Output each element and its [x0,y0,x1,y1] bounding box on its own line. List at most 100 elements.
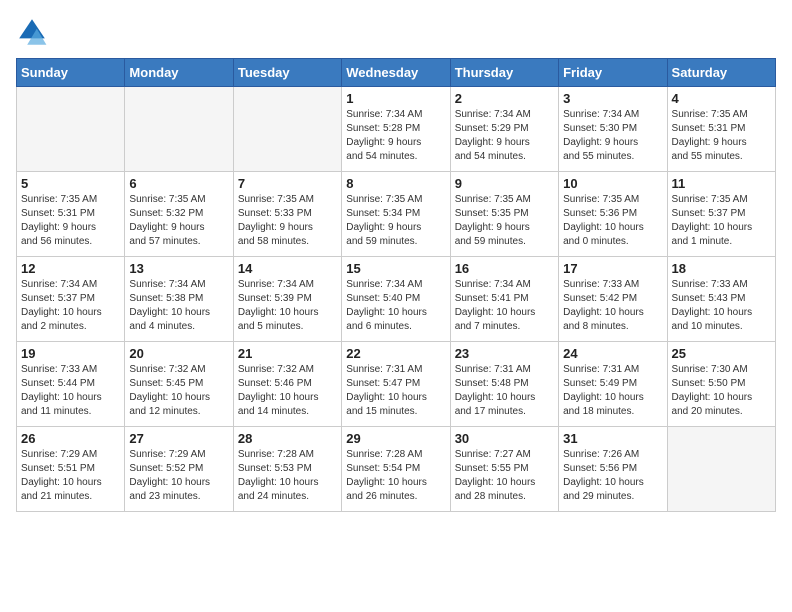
header-cell-monday: Monday [125,59,233,87]
header-cell-friday: Friday [559,59,667,87]
day-cell: 8 Sunrise: 7:35 AM Sunset: 5:34 PM Daylig… [342,172,450,257]
page-header [16,16,776,48]
day-info: Sunrise: 7:35 AM Sunset: 5:36 PM Dayligh… [563,193,662,249]
day-cell: 17 Sunrise: 7:33 AM Sunset: 5:42 PM Dayli… [559,257,667,342]
header-row: SundayMondayTuesdayWednesdayThursdayFrid… [17,59,776,87]
day-cell: 14 Sunrise: 7:34 AM Sunset: 5:39 PM Dayli… [233,257,341,342]
day-cell: 28 Sunrise: 7:28 AM Sunset: 5:53 PM Dayli… [233,427,341,512]
day-cell: 9 Sunrise: 7:35 AM Sunset: 5:35 PM Daylig… [450,172,558,257]
day-number: 1 [346,91,445,106]
day-cell [667,427,775,512]
day-cell: 27 Sunrise: 7:29 AM Sunset: 5:52 PM Dayli… [125,427,233,512]
day-number: 26 [21,431,120,446]
day-number: 27 [129,431,228,446]
day-cell: 30 Sunrise: 7:27 AM Sunset: 5:55 PM Dayli… [450,427,558,512]
header-cell-saturday: Saturday [667,59,775,87]
day-cell: 24 Sunrise: 7:31 AM Sunset: 5:49 PM Dayli… [559,342,667,427]
week-row-2: 12Sunrise: 7:34 AM Sunset: 5:37 PM Dayli… [17,257,776,342]
day-number: 31 [563,431,662,446]
day-info: Sunrise: 7:29 AM Sunset: 5:52 PM Dayligh… [129,448,228,504]
day-cell: 2Sunrise: 7:34 AM Sunset: 5:29 PM Daylig… [450,87,558,172]
day-number: 11 [672,176,771,191]
day-cell: 5 Sunrise: 7:35 AM Sunset: 5:31 PM Daylig… [17,172,125,257]
day-cell [233,87,341,172]
day-info: Sunrise: 7:31 AM Sunset: 5:49 PM Dayligh… [563,363,662,419]
day-cell: 20 Sunrise: 7:32 AM Sunset: 5:45 PM Dayli… [125,342,233,427]
day-number: 8 [346,176,445,191]
day-number: 12 [21,261,120,276]
day-cell: 21Sunrise: 7:32 AM Sunset: 5:46 PM Dayli… [233,342,341,427]
day-cell: 12Sunrise: 7:34 AM Sunset: 5:37 PM Dayli… [17,257,125,342]
day-number: 13 [129,261,228,276]
day-number: 24 [563,346,662,361]
day-cell: 13 Sunrise: 7:34 AM Sunset: 5:38 PM Dayli… [125,257,233,342]
day-info: Sunrise: 7:33 AM Sunset: 5:42 PM Dayligh… [563,278,662,334]
day-number: 15 [346,261,445,276]
day-info: Sunrise: 7:33 AM Sunset: 5:43 PM Dayligh… [672,278,771,334]
day-cell: 26 Sunrise: 7:29 AM Sunset: 5:51 PM Dayli… [17,427,125,512]
day-cell: 29 Sunrise: 7:28 AM Sunset: 5:54 PM Dayli… [342,427,450,512]
day-number: 22 [346,346,445,361]
day-cell: 16Sunrise: 7:34 AM Sunset: 5:41 PM Dayli… [450,257,558,342]
day-info: Sunrise: 7:28 AM Sunset: 5:54 PM Dayligh… [346,448,445,504]
day-info: Sunrise: 7:32 AM Sunset: 5:45 PM Dayligh… [129,363,228,419]
day-number: 14 [238,261,337,276]
day-number: 30 [455,431,554,446]
day-info: Sunrise: 7:32 AM Sunset: 5:46 PM Dayligh… [238,363,337,419]
header-cell-sunday: Sunday [17,59,125,87]
day-number: 4 [672,91,771,106]
week-row-1: 5 Sunrise: 7:35 AM Sunset: 5:31 PM Daylig… [17,172,776,257]
day-info: Sunrise: 7:34 AM Sunset: 5:41 PM Dayligh… [455,278,554,334]
day-cell: 19 Sunrise: 7:33 AM Sunset: 5:44 PM Dayli… [17,342,125,427]
day-info: Sunrise: 7:35 AM Sunset: 5:31 PM Dayligh… [21,193,120,249]
day-info: Sunrise: 7:28 AM Sunset: 5:53 PM Dayligh… [238,448,337,504]
day-cell: 3 Sunrise: 7:34 AM Sunset: 5:30 PM Daylig… [559,87,667,172]
day-info: Sunrise: 7:35 AM Sunset: 5:31 PM Dayligh… [672,108,771,164]
day-cell: 18Sunrise: 7:33 AM Sunset: 5:43 PM Dayli… [667,257,775,342]
day-number: 2 [455,91,554,106]
day-cell: 25 Sunrise: 7:30 AM Sunset: 5:50 PM Dayli… [667,342,775,427]
week-row-0: 1Sunrise: 7:34 AM Sunset: 5:28 PM Daylig… [17,87,776,172]
day-info: Sunrise: 7:34 AM Sunset: 5:38 PM Dayligh… [129,278,228,334]
day-cell: 6Sunrise: 7:35 AM Sunset: 5:32 PM Daylig… [125,172,233,257]
day-number: 19 [21,346,120,361]
day-info: Sunrise: 7:35 AM Sunset: 5:34 PM Dayligh… [346,193,445,249]
day-info: Sunrise: 7:34 AM Sunset: 5:40 PM Dayligh… [346,278,445,334]
header-cell-tuesday: Tuesday [233,59,341,87]
day-number: 20 [129,346,228,361]
day-cell [17,87,125,172]
day-info: Sunrise: 7:26 AM Sunset: 5:56 PM Dayligh… [563,448,662,504]
day-number: 23 [455,346,554,361]
day-info: Sunrise: 7:34 AM Sunset: 5:39 PM Dayligh… [238,278,337,334]
day-info: Sunrise: 7:35 AM Sunset: 5:37 PM Dayligh… [672,193,771,249]
logo-icon [16,16,48,48]
day-cell: 7Sunrise: 7:35 AM Sunset: 5:33 PM Daylig… [233,172,341,257]
day-number: 29 [346,431,445,446]
day-info: Sunrise: 7:35 AM Sunset: 5:35 PM Dayligh… [455,193,554,249]
day-cell: 1Sunrise: 7:34 AM Sunset: 5:28 PM Daylig… [342,87,450,172]
day-number: 9 [455,176,554,191]
logo [16,16,52,48]
day-cell: 11 Sunrise: 7:35 AM Sunset: 5:37 PM Dayli… [667,172,775,257]
day-number: 7 [238,176,337,191]
day-info: Sunrise: 7:29 AM Sunset: 5:51 PM Dayligh… [21,448,120,504]
day-info: Sunrise: 7:33 AM Sunset: 5:44 PM Dayligh… [21,363,120,419]
calendar-body: 1Sunrise: 7:34 AM Sunset: 5:28 PM Daylig… [17,87,776,512]
day-cell: 31 Sunrise: 7:26 AM Sunset: 5:56 PM Dayli… [559,427,667,512]
day-number: 3 [563,91,662,106]
day-info: Sunrise: 7:27 AM Sunset: 5:55 PM Dayligh… [455,448,554,504]
day-info: Sunrise: 7:30 AM Sunset: 5:50 PM Dayligh… [672,363,771,419]
day-cell: 15 Sunrise: 7:34 AM Sunset: 5:40 PM Dayli… [342,257,450,342]
week-row-4: 26 Sunrise: 7:29 AM Sunset: 5:51 PM Dayli… [17,427,776,512]
calendar-header: SundayMondayTuesdayWednesdayThursdayFrid… [17,59,776,87]
day-cell: 4 Sunrise: 7:35 AM Sunset: 5:31 PM Daylig… [667,87,775,172]
day-number: 25 [672,346,771,361]
day-number: 28 [238,431,337,446]
day-cell [125,87,233,172]
day-info: Sunrise: 7:31 AM Sunset: 5:48 PM Dayligh… [455,363,554,419]
day-cell: 22Sunrise: 7:31 AM Sunset: 5:47 PM Dayli… [342,342,450,427]
day-cell: 10Sunrise: 7:35 AM Sunset: 5:36 PM Dayli… [559,172,667,257]
day-number: 17 [563,261,662,276]
day-number: 5 [21,176,120,191]
day-info: Sunrise: 7:34 AM Sunset: 5:30 PM Dayligh… [563,108,662,164]
